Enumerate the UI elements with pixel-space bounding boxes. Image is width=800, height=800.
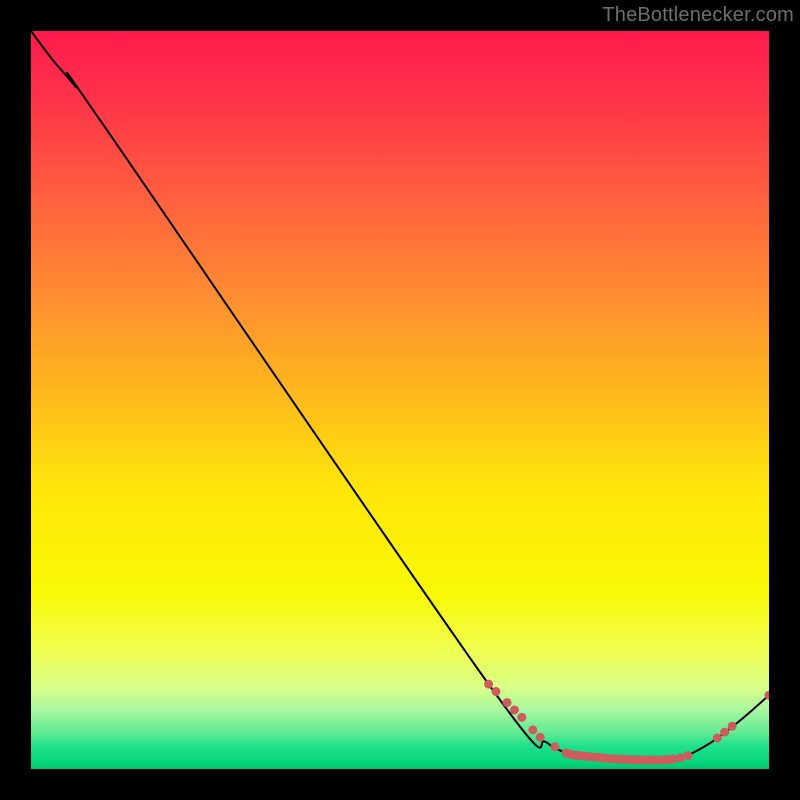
plot-area (31, 31, 769, 769)
watermark-text: TheBottlenecker.com (602, 4, 794, 27)
data-marker (517, 713, 526, 722)
data-marker (536, 733, 545, 742)
data-marker (713, 734, 722, 743)
data-marker (720, 728, 729, 737)
data-marker (503, 698, 512, 707)
bottleneck-curve (31, 31, 769, 761)
data-marker (728, 722, 737, 731)
data-marker (510, 705, 519, 714)
data-marker (528, 725, 537, 734)
data-marker (484, 680, 493, 689)
data-marker (683, 751, 692, 760)
data-marker (550, 742, 559, 751)
marker-group (484, 680, 769, 765)
curve-overlay (31, 31, 769, 769)
data-marker (491, 687, 500, 696)
chart-stage: TheBottlenecker.com (0, 0, 800, 800)
